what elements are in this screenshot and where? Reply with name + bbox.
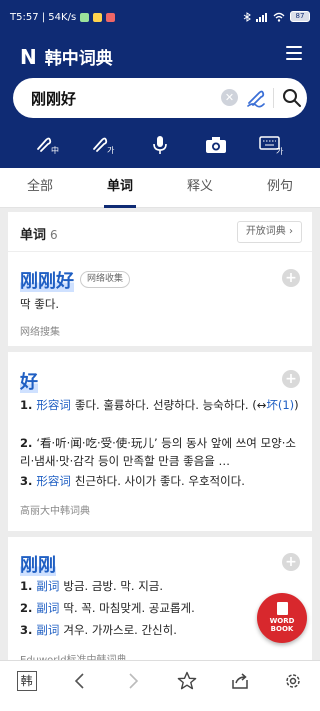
search-bar: ✕ bbox=[13, 78, 307, 118]
dictionary-switch-button[interactable]: 韩 bbox=[12, 666, 42, 696]
wifi-icon bbox=[273, 12, 285, 22]
app-title: 韩中词典 bbox=[44, 49, 113, 69]
menu-icon[interactable] bbox=[286, 46, 302, 60]
sense-item: 1. 形容词 좋다. 훌륭하다. 선량하다. 능숙하다. (↔坏(1)) bbox=[20, 398, 299, 412]
wordbook-label-1: WORD bbox=[269, 617, 295, 625]
entry-source[interactable]: Eduworld标准中韩词典 bbox=[20, 651, 127, 660]
result-count: 6 bbox=[50, 228, 58, 242]
tab-examples[interactable]: 例句 bbox=[240, 168, 320, 207]
results-panel: 单词 6 开放词典 › 刚刚好 网络收集 + 딱 좋다. 网络搜集 好 + 1. 形… bbox=[8, 212, 312, 660]
han-icon: 韩 bbox=[16, 670, 37, 691]
tab-words[interactable]: 单词 bbox=[80, 168, 160, 208]
svg-text:가: 가 bbox=[107, 146, 115, 155]
tab-all[interactable]: 全部 bbox=[0, 168, 80, 207]
tab-meanings[interactable]: 释义 bbox=[160, 168, 240, 207]
part-of-speech[interactable]: 副词 bbox=[36, 623, 59, 637]
notification-icon bbox=[106, 13, 116, 22]
status-time: T5:57 | 54K/s bbox=[10, 12, 77, 23]
chinese-handwriting-icon[interactable]: 中 bbox=[31, 133, 65, 157]
part-of-speech[interactable]: 形容词 bbox=[36, 474, 71, 488]
add-to-wordbook-icon[interactable]: + bbox=[282, 553, 300, 571]
notification-icon bbox=[80, 13, 90, 22]
svg-text:가: 가 bbox=[276, 147, 284, 155]
naver-logo: N bbox=[20, 44, 37, 69]
open-dictionary-button[interactable]: 开放词典 › bbox=[236, 221, 302, 243]
handwriting-icon[interactable] bbox=[245, 87, 267, 109]
antonym-link[interactable]: 坏(1) bbox=[266, 398, 294, 412]
battery-icon: 87 bbox=[290, 11, 310, 22]
headword[interactable]: 刚刚好 bbox=[20, 267, 74, 293]
entry-source[interactable]: 高丽大中韩词典 bbox=[20, 502, 90, 517]
part-of-speech[interactable]: 形容词 bbox=[36, 398, 71, 412]
system-home-bar bbox=[0, 700, 320, 711]
wordbook-button[interactable]: WORD BOOK bbox=[257, 593, 307, 643]
forward-icon[interactable] bbox=[118, 666, 148, 696]
app-header: N 韩中词典 ✕ 中 가 가 bbox=[0, 36, 320, 168]
headword[interactable]: 刚刚 bbox=[20, 551, 56, 577]
add-to-wordbook-icon[interactable]: + bbox=[282, 370, 300, 388]
entry-card: 好 + 1. 形容词 좋다. 훌륭하다. 선량하다. 능숙하다. (↔坏(1)) 2… bbox=[8, 352, 312, 537]
entry-card: 刚刚好 网络收集 + 딱 좋다. 网络搜集 bbox=[8, 253, 312, 352]
result-tabs: 全部 单词 释义 例句 bbox=[0, 168, 320, 208]
entry-tag: 网络收集 bbox=[80, 271, 131, 288]
camera-icon[interactable] bbox=[199, 133, 233, 157]
share-icon[interactable] bbox=[225, 666, 255, 696]
korean-handwriting-icon[interactable]: 가 bbox=[87, 133, 121, 157]
part-of-speech[interactable]: 副词 bbox=[36, 579, 59, 593]
clear-icon[interactable]: ✕ bbox=[221, 89, 238, 106]
signal-icon bbox=[256, 12, 267, 22]
bottom-toolbar: 韩 bbox=[0, 660, 320, 700]
input-tools: 中 가 가 bbox=[0, 132, 320, 158]
keyboard-icon[interactable]: 가 bbox=[255, 133, 289, 157]
svg-text:中: 中 bbox=[51, 145, 59, 155]
definition: 딱 좋다. bbox=[20, 297, 60, 311]
entry-source[interactable]: 网络搜集 bbox=[20, 323, 60, 338]
section-title: 单词 6 bbox=[20, 228, 58, 243]
brand: N 韩中词典 bbox=[20, 44, 113, 70]
book-icon bbox=[277, 602, 288, 615]
headword[interactable]: 好 bbox=[20, 368, 38, 394]
sense-item: 2. ‘看·听·闻·吃·受·使·玩儿’ 등의 동사 앞에 쓰여 모양·소리·냄새·… bbox=[20, 436, 296, 468]
microphone-icon[interactable] bbox=[143, 133, 177, 157]
bluetooth-icon bbox=[243, 11, 251, 22]
search-icon[interactable] bbox=[281, 87, 303, 109]
back-icon[interactable] bbox=[65, 666, 95, 696]
search-divider bbox=[273, 88, 274, 108]
sense-item: 1. 副词 방금. 금방. 막. 지금. bbox=[20, 579, 164, 593]
part-of-speech[interactable]: 副词 bbox=[36, 601, 59, 615]
wordbook-label-2: BOOK bbox=[270, 625, 294, 633]
sense-item: 3. 形容词 친근하다. 사이가 좋다. 우호적이다. bbox=[20, 474, 245, 488]
search-input[interactable] bbox=[31, 86, 221, 110]
status-bar: T5:57 | 54K/s 87 bbox=[0, 0, 320, 36]
section-header: 单词 6 开放词典 › bbox=[8, 212, 312, 252]
star-icon[interactable] bbox=[172, 666, 202, 696]
add-to-wordbook-icon[interactable]: + bbox=[282, 269, 300, 287]
notification-icon bbox=[93, 13, 103, 22]
settings-icon[interactable] bbox=[278, 666, 308, 696]
